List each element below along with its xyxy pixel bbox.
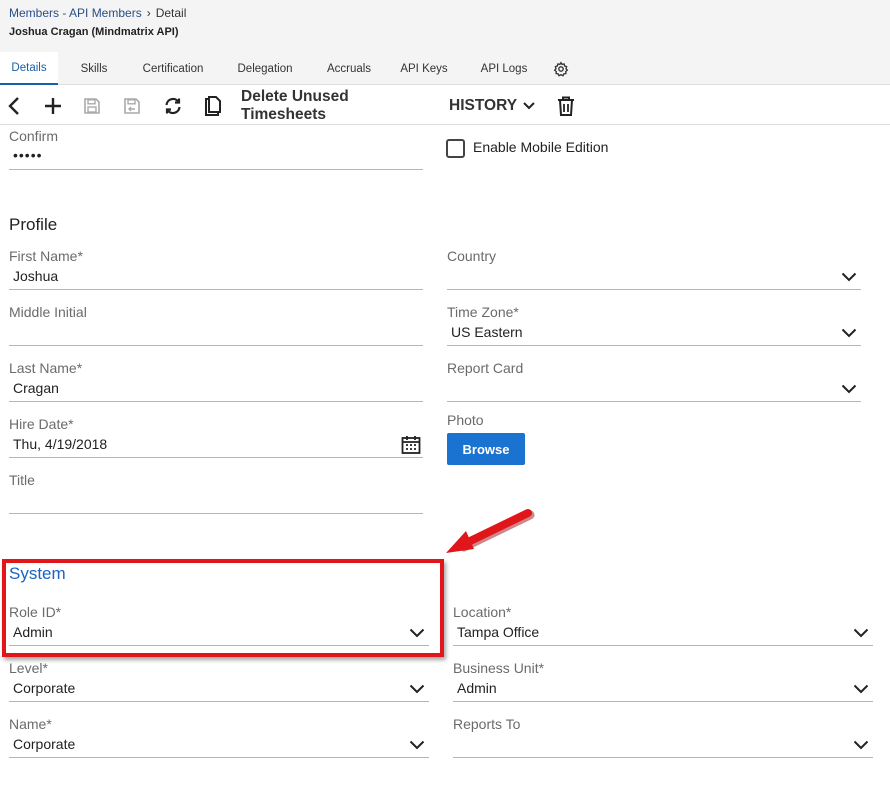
tab-details[interactable]: Details bbox=[0, 52, 58, 85]
enable-mobile-checkbox[interactable] bbox=[446, 139, 465, 158]
annotation-arrow bbox=[446, 509, 535, 553]
time-zone-select[interactable]: US Eastern bbox=[451, 324, 523, 340]
name-select[interactable]: Corporate bbox=[13, 736, 75, 752]
page-header: Members - API Members › Detail Joshua Cr… bbox=[0, 0, 890, 85]
tab-settings[interactable] bbox=[544, 52, 578, 85]
chevron-down-icon[interactable] bbox=[841, 328, 857, 338]
middle-initial-label: Middle Initial bbox=[9, 304, 87, 320]
history-label: HISTORY bbox=[449, 96, 518, 114]
gear-icon bbox=[553, 60, 569, 77]
browse-button[interactable]: Browse bbox=[447, 433, 525, 465]
level-label: Level* bbox=[9, 660, 48, 676]
save-icon bbox=[84, 97, 100, 114]
chevron-down-icon[interactable] bbox=[409, 740, 425, 750]
location-select[interactable]: Tampa Office bbox=[457, 624, 539, 640]
enable-mobile-label: Enable Mobile Edition bbox=[473, 139, 609, 155]
history-dropdown[interactable]: HISTORY bbox=[449, 86, 535, 125]
country-underline bbox=[447, 289, 861, 290]
chevron-down-icon[interactable] bbox=[841, 384, 857, 394]
last-name-label: Last Name* bbox=[9, 360, 83, 376]
tab-certification[interactable]: Certification bbox=[130, 52, 216, 85]
profile-heading: Profile bbox=[9, 215, 58, 234]
hire-date-label: Hire Date* bbox=[9, 416, 74, 432]
hire-date-field[interactable]: Thu, 4/19/2018 bbox=[13, 436, 107, 452]
business-unit-underline bbox=[453, 701, 873, 702]
location-underline bbox=[453, 645, 873, 646]
chevron-down-icon[interactable] bbox=[853, 740, 869, 750]
last-name-underline bbox=[9, 401, 423, 402]
business-unit-select[interactable]: Admin bbox=[457, 680, 497, 696]
tab-skills[interactable]: Skills bbox=[58, 52, 130, 85]
reports-to-select[interactable] bbox=[457, 736, 837, 754]
highlight-box bbox=[2, 559, 444, 657]
breadcrumb-separator: › bbox=[146, 6, 151, 20]
back-button[interactable] bbox=[2, 86, 26, 125]
back-icon bbox=[8, 96, 19, 115]
first-name-field[interactable]: Joshua bbox=[13, 268, 58, 284]
copy-button[interactable] bbox=[201, 86, 225, 125]
location-label: Location* bbox=[453, 604, 512, 620]
report-card-select[interactable] bbox=[451, 380, 831, 398]
time-zone-label: Time Zone* bbox=[447, 304, 519, 320]
save-button[interactable] bbox=[80, 86, 104, 125]
copy-icon bbox=[205, 95, 221, 116]
chevron-down-icon bbox=[523, 101, 535, 109]
business-unit-label: Business Unit* bbox=[453, 660, 545, 676]
report-card-underline bbox=[447, 401, 861, 402]
trash-icon bbox=[558, 96, 574, 116]
add-icon bbox=[45, 97, 61, 114]
name-label: Name* bbox=[9, 716, 52, 732]
confirm-password-field[interactable]: ••••• bbox=[13, 147, 43, 163]
first-name-label: First Name* bbox=[9, 248, 83, 264]
breadcrumb-parent-link[interactable]: Members - API Members bbox=[9, 6, 142, 20]
tab-api-keys[interactable]: API Keys bbox=[384, 52, 464, 85]
name-underline bbox=[9, 757, 429, 758]
page-title: Joshua Cragan (Mindmatrix API) bbox=[9, 26, 179, 38]
tab-accruals[interactable]: Accruals bbox=[314, 52, 384, 85]
country-label: Country bbox=[447, 248, 497, 264]
chevron-down-icon[interactable] bbox=[841, 272, 857, 282]
breadcrumb-current: Detail bbox=[155, 6, 187, 20]
chevron-down-icon[interactable] bbox=[853, 628, 869, 638]
tab-delegation[interactable]: Delegation bbox=[216, 52, 314, 85]
level-select[interactable]: Corporate bbox=[13, 680, 75, 696]
delete-unused-timesheets-button[interactable]: Delete Unused Timesheets bbox=[241, 86, 434, 125]
toolbar: Delete Unused Timesheets HISTORY bbox=[0, 86, 890, 125]
title-underline bbox=[9, 513, 423, 514]
reports-to-label: Reports To bbox=[453, 716, 521, 732]
tab-api-logs[interactable]: API Logs bbox=[464, 52, 544, 85]
title-label: Title bbox=[9, 472, 35, 488]
country-select[interactable] bbox=[451, 268, 831, 286]
calendar-icon[interactable] bbox=[401, 435, 421, 455]
save-close-button[interactable] bbox=[120, 86, 144, 125]
add-button[interactable] bbox=[41, 86, 65, 125]
photo-label: Photo bbox=[447, 412, 484, 428]
title-field[interactable] bbox=[13, 492, 413, 510]
report-card-label: Report Card bbox=[447, 360, 524, 376]
reports-to-underline bbox=[453, 757, 873, 758]
delete-button[interactable] bbox=[554, 86, 578, 125]
confirm-underline bbox=[9, 169, 423, 170]
refresh-icon bbox=[165, 97, 181, 114]
chevron-down-icon[interactable] bbox=[853, 684, 869, 694]
confirm-label: Confirm bbox=[9, 128, 59, 144]
refresh-button[interactable] bbox=[161, 86, 185, 125]
last-name-field[interactable]: Cragan bbox=[13, 380, 59, 396]
first-name-underline bbox=[9, 289, 423, 290]
save-close-icon bbox=[124, 97, 140, 114]
breadcrumb: Members - API Members › Detail bbox=[9, 6, 186, 20]
level-underline bbox=[9, 701, 429, 702]
time-zone-underline bbox=[447, 345, 861, 346]
chevron-down-icon[interactable] bbox=[409, 684, 425, 694]
middle-initial-field[interactable] bbox=[13, 324, 413, 342]
middle-initial-underline bbox=[9, 345, 423, 346]
tab-bar: Details Skills Certification Delegation … bbox=[0, 52, 578, 85]
hire-date-underline bbox=[9, 457, 423, 458]
